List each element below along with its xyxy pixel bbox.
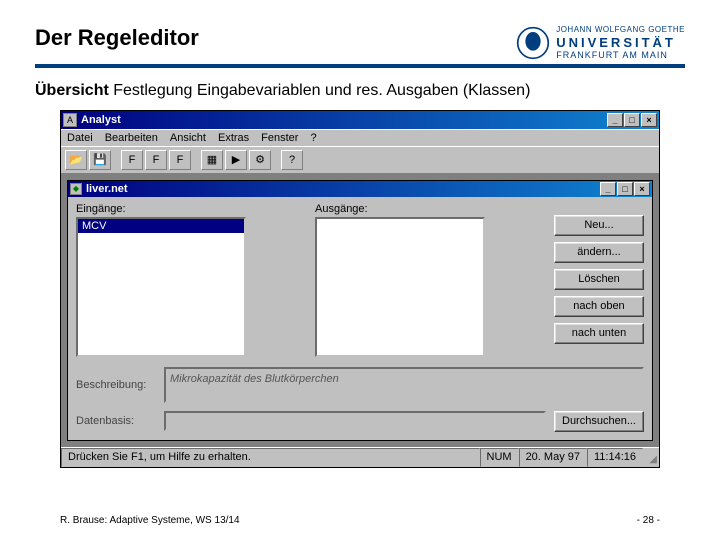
outputs-listbox[interactable] — [315, 217, 485, 357]
tool-open-icon[interactable]: 📂 — [65, 150, 87, 170]
minimize-button[interactable]: _ — [607, 113, 623, 127]
tool-gear-icon[interactable]: ⚙ — [249, 150, 271, 170]
outputs-label: Ausgänge: — [315, 203, 544, 215]
move-up-button[interactable]: nach oben — [554, 296, 644, 317]
description-label: Beschreibung: — [76, 379, 156, 391]
status-date: 20. May 97 — [519, 448, 587, 467]
database-label: Datenbasis: — [76, 415, 156, 427]
logo-line1: JOHANN WOLFGANG GOETHE — [556, 25, 685, 35]
tool-grid-icon[interactable]: ▦ — [201, 150, 223, 170]
logo-line2: UNIVERSITÄT — [556, 35, 685, 51]
university-logo: JOHANN WOLFGANG GOETHE UNIVERSITÄT FRANK… — [516, 25, 685, 61]
child-minimize-button[interactable]: _ — [600, 182, 616, 196]
menu-file[interactable]: Datei — [67, 132, 93, 144]
menu-help[interactable]: ? — [310, 132, 316, 144]
slide-subtitle: Übersicht Festlegung Eingabevariablen un… — [35, 82, 685, 100]
move-down-button[interactable]: nach unten — [554, 323, 644, 344]
menubar[interactable]: Datei Bearbeiten Ansicht Extras Fenster … — [61, 129, 659, 146]
menu-extras[interactable]: Extras — [218, 132, 249, 144]
tool-f2-icon[interactable]: F — [145, 150, 167, 170]
app-title: Analyst — [81, 114, 607, 126]
toolbar: 📂 💾 F F F ▦ ▶ ⚙ ? — [61, 146, 659, 174]
status-time: 11:14:16 — [587, 448, 643, 467]
tool-run-icon[interactable]: ▶ — [225, 150, 247, 170]
maximize-button[interactable]: □ — [624, 113, 640, 127]
status-hint: Drücken Sie F1, um Hilfe zu erhalten. — [61, 448, 480, 467]
browse-button[interactable]: Durchsuchen... — [554, 411, 644, 432]
description-field[interactable]: Mikrokapazität des Blutkörperchen — [164, 367, 644, 403]
child-window: ◆ liver.net _ □ × Eingänge: MCV — [67, 180, 653, 441]
database-field[interactable] — [164, 411, 546, 431]
status-numlock: NUM — [480, 448, 519, 467]
mdi-client-area: ◆ liver.net _ □ × Eingänge: MCV — [61, 174, 659, 447]
close-button[interactable]: × — [641, 113, 657, 127]
child-titlebar[interactable]: ◆ liver.net _ □ × — [68, 181, 652, 197]
document-icon: ◆ — [70, 183, 82, 195]
list-item[interactable]: MCV — [78, 219, 244, 233]
tool-save-icon[interactable]: 💾 — [89, 150, 111, 170]
menu-window[interactable]: Fenster — [261, 132, 298, 144]
tool-f1-icon[interactable]: F — [121, 150, 143, 170]
inputs-listbox[interactable]: MCV — [76, 217, 246, 357]
menu-view[interactable]: Ansicht — [170, 132, 206, 144]
slide-title: Der Regeleditor — [35, 25, 199, 51]
main-titlebar[interactable]: A Analyst _ □ × — [61, 111, 659, 129]
footer-left: R. Brause: Adaptive Systeme, WS 13/14 — [60, 515, 240, 526]
menu-edit[interactable]: Bearbeiten — [105, 132, 158, 144]
edit-button[interactable]: ändern... — [554, 242, 644, 263]
resize-grip-icon[interactable]: ◢ — [643, 448, 659, 467]
footer-page: - 28 - — [637, 515, 660, 526]
goethe-head-icon — [516, 26, 550, 60]
logo-line3: FRANKFURT AM MAIN — [556, 50, 685, 61]
inputs-label: Eingänge: — [76, 203, 305, 215]
tool-f3-icon[interactable]: F — [169, 150, 191, 170]
child-title: liver.net — [86, 183, 600, 195]
new-button[interactable]: Neu... — [554, 215, 644, 236]
tool-help-icon[interactable]: ? — [281, 150, 303, 170]
child-close-button[interactable]: × — [634, 182, 650, 196]
app-window: A Analyst _ □ × Datei Bearbeiten Ansicht… — [60, 110, 660, 468]
statusbar: Drücken Sie F1, um Hilfe zu erhalten. NU… — [61, 447, 659, 467]
app-icon: A — [63, 113, 77, 127]
delete-button[interactable]: Löschen — [554, 269, 644, 290]
child-maximize-button[interactable]: □ — [617, 182, 633, 196]
